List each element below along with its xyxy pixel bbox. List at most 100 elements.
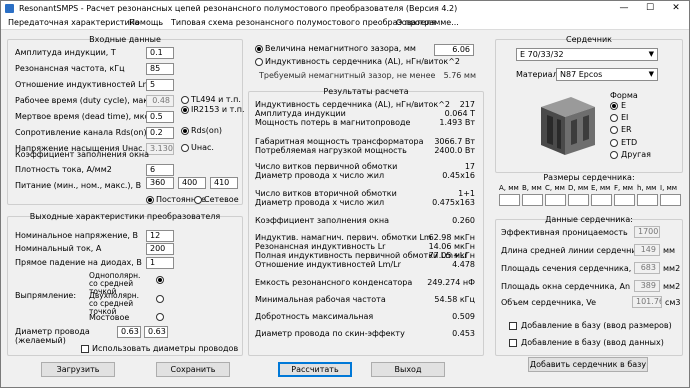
result-value: 2400.0 Вт	[434, 146, 475, 155]
radio-shape-etd[interactable]	[610, 139, 618, 147]
result-label: Минимальная рабочая частота	[255, 295, 386, 304]
freq-input[interactable]: 85	[146, 63, 174, 75]
rds-input[interactable]: 0.2	[146, 127, 174, 139]
exit-button[interactable]: Выход	[371, 362, 445, 377]
ratio-input[interactable]: 5	[146, 79, 174, 91]
perm-input[interactable]: 1700	[634, 226, 660, 238]
material-select[interactable]: N87 Epcos ▼	[556, 68, 658, 81]
deadtime-input[interactable]: 0.5	[146, 111, 174, 123]
chevron-down-icon: ▼	[648, 70, 654, 78]
result-value: 0.45х16	[442, 171, 475, 180]
induction-label: Амплитуда индукции, Т	[15, 48, 116, 57]
radio-shape-ei[interactable]	[610, 114, 618, 122]
supply-max-input[interactable]: 410	[210, 177, 238, 189]
ve-unit: см3	[665, 298, 681, 307]
freq-label: Резонансная частота, кГц	[15, 64, 125, 73]
close-icon[interactable]: ✕	[663, 1, 689, 16]
results-title: Результаты расчета	[323, 87, 409, 96]
ve-input[interactable]: 101.767	[632, 296, 662, 308]
duty-input[interactable]: 0.48	[146, 95, 174, 107]
radio-tl494[interactable]	[181, 96, 189, 104]
required-gap-value: 5.76 мм	[443, 71, 476, 80]
material-select-value: N87 Epcos	[560, 70, 603, 79]
core-select-value: E 70/33/32	[520, 50, 564, 59]
usat-input[interactable]: 3.130	[146, 143, 174, 155]
result-label: Емкость резонансного конденсатора	[255, 278, 413, 287]
size-input[interactable]	[499, 194, 520, 206]
radio-rect-2[interactable]	[156, 295, 164, 303]
use-wire-label: Использовать диаметры проводов	[92, 344, 239, 353]
supply-nom-input[interactable]: 400	[178, 177, 206, 189]
induction-input[interactable]: 0.1	[146, 47, 174, 59]
add-sizes-checkbox[interactable]	[509, 322, 517, 330]
use-wire-checkbox[interactable]	[81, 345, 89, 353]
ae-input[interactable]: 683	[634, 262, 660, 274]
size-col-label: I, мм	[660, 184, 678, 192]
radio-al[interactable]	[255, 58, 263, 66]
radio-rect-1[interactable]	[156, 276, 164, 284]
drop-input[interactable]: 1	[146, 257, 174, 269]
add-data-checkbox[interactable]	[509, 339, 517, 347]
core-select[interactable]: E 70/33/32 ▼	[516, 48, 658, 61]
radio-usat[interactable]	[181, 144, 189, 152]
menu-about[interactable]: О программе...	[396, 18, 459, 27]
size-input[interactable]	[660, 194, 681, 206]
size-col-label: h, мм	[637, 184, 657, 192]
wire-input-1[interactable]: 0.63	[117, 326, 141, 338]
le-input[interactable]: 149	[634, 244, 660, 256]
rds-label: Сопротивление канала Rds(on), Ом	[15, 128, 165, 137]
shape-er-label: ER	[621, 125, 632, 134]
size-col-label: E, мм	[591, 184, 611, 192]
size-input[interactable]	[637, 194, 658, 206]
result-value: 0.509	[452, 312, 475, 321]
deadtime-label: Мертвое время (dead time), мксек	[15, 112, 159, 121]
size-input[interactable]	[522, 194, 543, 206]
menu-help[interactable]: Помощь	[129, 18, 163, 27]
shape-e-label: E	[621, 101, 627, 110]
supply-min-input[interactable]: 360	[146, 177, 174, 189]
calculate-button[interactable]: Рассчитать	[278, 362, 352, 377]
app-icon	[5, 4, 14, 13]
an-input[interactable]: 389	[634, 280, 660, 292]
maximize-icon[interactable]: ☐	[637, 1, 663, 16]
radio-shape-e[interactable]	[610, 102, 618, 110]
supply-label: Питание (мин., ном., макс.), В	[15, 181, 142, 190]
gap-input[interactable]: 6.06	[434, 44, 474, 56]
radio-ir2153[interactable]	[181, 106, 189, 114]
radio-ir2153-label: IR2153 и т.п.	[191, 105, 245, 114]
current-input[interactable]: 200	[146, 243, 174, 255]
radio-gap[interactable]	[255, 45, 263, 53]
radio-ac[interactable]	[194, 196, 202, 204]
save-button[interactable]: Сохранить	[156, 362, 230, 377]
an-unit: мм2	[663, 282, 681, 291]
menu-transfer[interactable]: Передаточная характеристика	[8, 18, 139, 27]
menu-bar: Передаточная характеристика Помощь Типов…	[1, 16, 689, 30]
load-button[interactable]: Загрузить	[41, 362, 115, 377]
size-col-label: F, мм	[614, 184, 634, 192]
result-label: Коэффициент заполнения окна	[255, 216, 390, 225]
minimize-icon[interactable]: —	[611, 1, 637, 16]
radio-const[interactable]	[146, 196, 154, 204]
rect-3-label: Мостовое	[89, 313, 130, 322]
radio-rds[interactable]	[181, 127, 189, 135]
size-input[interactable]	[614, 194, 635, 206]
chevron-down-icon: ▼	[648, 50, 654, 58]
voltage-input[interactable]: 12	[146, 230, 174, 242]
size-input[interactable]	[545, 194, 566, 206]
density-input[interactable]: 6	[146, 164, 174, 176]
add-core-button[interactable]: Добавить сердечник в базу	[528, 357, 648, 372]
wire-label: Диаметр провода (желаемый)	[15, 327, 90, 345]
output-title: Выходные характеристики преобразователя	[29, 212, 221, 221]
radio-tl494-label: TL494 и т.п.	[191, 95, 241, 104]
radio-shape-other[interactable]	[610, 151, 618, 159]
add-sizes-label: Добавление в базу (ввод размеров)	[521, 321, 672, 330]
radio-rect-3[interactable]	[156, 313, 164, 321]
size-input[interactable]	[568, 194, 589, 206]
input-data-title: Входные данные	[89, 35, 161, 44]
ae-unit: мм2	[663, 264, 681, 273]
app-window: ResonantSMPS - Расчет резонансных цепей …	[0, 0, 690, 388]
duty-label: Рабочее время (duty cycle), макс.	[15, 96, 156, 105]
size-input[interactable]	[591, 194, 612, 206]
wire-input-2[interactable]: 0.63	[144, 326, 168, 338]
radio-shape-er[interactable]	[610, 126, 618, 134]
